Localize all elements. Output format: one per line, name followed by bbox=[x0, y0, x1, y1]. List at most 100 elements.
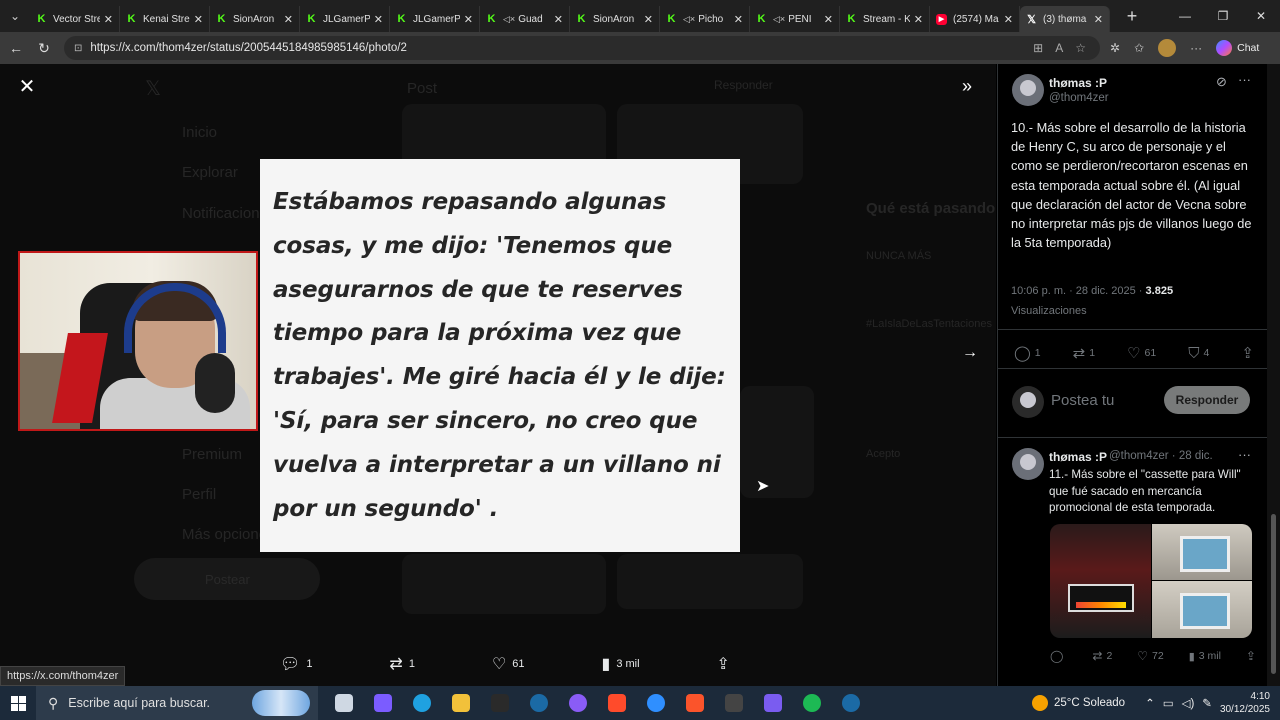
browser-tab[interactable]: K Vector Stre ✕ bbox=[30, 6, 120, 32]
browser-tab[interactable]: K Kenai Strea ✕ bbox=[120, 6, 210, 32]
my-avatar[interactable] bbox=[1012, 386, 1044, 418]
taskbar-app-file-explorer[interactable] bbox=[441, 686, 480, 720]
browser-tab[interactable]: K ◁× Picho ✕ bbox=[660, 6, 750, 32]
taskbar-app-brave[interactable] bbox=[675, 686, 714, 720]
url-field[interactable]: ⊡ https://x.com/thom4zer/status/20054451… bbox=[64, 36, 1100, 60]
clock[interactable]: 4:10 30/12/2025 bbox=[1220, 690, 1280, 716]
repost-action[interactable]: ⇄ 1 bbox=[389, 654, 415, 674]
expand-panel-icon[interactable]: » bbox=[962, 76, 972, 97]
like-action[interactable]: ♡ 61 bbox=[492, 654, 525, 674]
close-tab-icon[interactable]: ✕ bbox=[914, 13, 923, 26]
taskbar-app-copilot[interactable] bbox=[363, 686, 402, 720]
refresh-button[interactable]: ↻ bbox=[30, 40, 58, 57]
more-menu-icon[interactable]: ··· bbox=[1190, 41, 1202, 55]
favorite-star-icon[interactable]: ☆ bbox=[1075, 41, 1086, 55]
views-action[interactable]: ▮ 3 mil bbox=[602, 654, 640, 674]
tray-chevron-icon[interactable]: ⌃ bbox=[1145, 696, 1155, 710]
next-photo-button[interactable]: → bbox=[962, 344, 978, 362]
taskbar-search[interactable]: ⚲ Escribe aquí para buscar. bbox=[36, 686, 318, 720]
repost-action[interactable]: ⇄ 2 bbox=[1092, 649, 1112, 663]
reply-action[interactable]: ◯ bbox=[1050, 649, 1067, 663]
minimize-button[interactable]: — bbox=[1166, 0, 1204, 32]
profile-avatar[interactable] bbox=[1158, 39, 1177, 57]
browser-tab[interactable]: K ◁× PENI ✕ bbox=[750, 6, 840, 32]
close-tab-icon[interactable]: ✕ bbox=[554, 13, 563, 26]
like-action[interactable]: ♡ 72 bbox=[1137, 649, 1163, 663]
pen-icon[interactable]: ✎ bbox=[1202, 696, 1212, 710]
taskbar-app-epic-games[interactable] bbox=[480, 686, 519, 720]
browser-tab[interactable]: K SionAron ✕ bbox=[570, 6, 660, 32]
reply-input[interactable]: Postea tu bbox=[1051, 392, 1114, 409]
copilot-chat-button[interactable]: Chat bbox=[1216, 40, 1259, 56]
close-viewer-button[interactable]: ✕ bbox=[16, 76, 38, 98]
close-tab-icon[interactable]: ✕ bbox=[284, 13, 293, 26]
close-tab-icon[interactable]: ✕ bbox=[1004, 13, 1013, 26]
network-icon[interactable]: ▭ bbox=[1163, 696, 1174, 710]
taskbar-app-launcher[interactable] bbox=[753, 686, 792, 720]
taskbar-app-battlenet[interactable] bbox=[636, 686, 675, 720]
share-action[interactable]: ⇪ bbox=[1241, 344, 1254, 362]
author-name[interactable]: thømas :P bbox=[1049, 76, 1107, 90]
reply-action[interactable]: 💬︎ 1 bbox=[280, 654, 312, 674]
author-avatar[interactable] bbox=[1012, 448, 1044, 480]
browser-tab[interactable]: K Stream - K ✕ bbox=[840, 6, 930, 32]
bookmark-action[interactable]: ⛉ 4 bbox=[1188, 345, 1209, 362]
maximize-button[interactable]: ❐ bbox=[1204, 0, 1242, 32]
post-image[interactable] bbox=[1050, 524, 1151, 638]
extensions-icon[interactable]: ✲ bbox=[1110, 41, 1120, 55]
browser-tab[interactable]: 𝕏 (3) thøma ✕ bbox=[1020, 6, 1110, 32]
post-image[interactable] bbox=[1152, 581, 1252, 638]
taskbar-app-discord-like[interactable] bbox=[558, 686, 597, 720]
volume-icon[interactable]: ◁) bbox=[1182, 696, 1195, 710]
back-button[interactable]: ← bbox=[2, 40, 30, 56]
close-tab-icon[interactable]: ✕ bbox=[194, 13, 203, 26]
taskbar-app-ea[interactable] bbox=[597, 686, 636, 720]
close-tab-icon[interactable]: ✕ bbox=[374, 13, 383, 26]
taskbar-app-task-view[interactable] bbox=[324, 686, 363, 720]
browser-tab[interactable]: K JLGamerP ✕ bbox=[300, 6, 390, 32]
new-tab-button[interactable]: + bbox=[1118, 6, 1146, 27]
read-aloud-icon[interactable]: A bbox=[1055, 41, 1063, 55]
site-info-icon[interactable]: ⊡ bbox=[74, 43, 82, 54]
favorites-icon[interactable]: ✩ bbox=[1134, 41, 1144, 55]
close-tab-icon[interactable]: ✕ bbox=[824, 13, 833, 26]
author-handle[interactable]: @thom4zer bbox=[1049, 92, 1109, 104]
repost-action[interactable]: ⇄ 1 bbox=[1073, 344, 1095, 362]
browser-tab[interactable]: K ◁× Guad ✕ bbox=[480, 6, 570, 32]
views-action[interactable]: ▮ 3 mil bbox=[1189, 650, 1221, 663]
close-tab-icon[interactable]: ✕ bbox=[644, 13, 653, 26]
author-avatar[interactable] bbox=[1012, 74, 1044, 106]
post-image-grid[interactable] bbox=[1050, 524, 1252, 638]
close-tab-icon[interactable]: ✕ bbox=[464, 13, 473, 26]
muted-speaker-icon[interactable]: ◁× bbox=[773, 14, 785, 25]
reply-submit-button[interactable]: Responder bbox=[1164, 386, 1250, 414]
share-action[interactable]: ⇪ bbox=[717, 654, 730, 674]
close-window-button[interactable]: ✕ bbox=[1242, 0, 1280, 32]
reply-action[interactable]: ◯ 1 bbox=[1014, 344, 1041, 362]
taskbar-app-spotify[interactable] bbox=[792, 686, 831, 720]
grok-icon[interactable]: ⊘ bbox=[1216, 74, 1227, 90]
windows-start-icon[interactable] bbox=[0, 686, 36, 720]
close-tab-icon[interactable]: ✕ bbox=[104, 13, 113, 26]
weather-widget[interactable]: 25°C Soleado bbox=[1031, 695, 1125, 711]
close-tab-icon[interactable]: ✕ bbox=[1094, 13, 1103, 26]
taskbar-app-steam[interactable] bbox=[519, 686, 558, 720]
post-image[interactable] bbox=[1152, 524, 1252, 580]
browser-tab[interactable]: K JLGamerP ✕ bbox=[390, 6, 480, 32]
app-available-icon[interactable]: ⊞ bbox=[1033, 41, 1043, 55]
panel-scrollbar[interactable] bbox=[1267, 64, 1280, 686]
like-action[interactable]: ♡ 61 bbox=[1127, 344, 1156, 362]
browser-tab[interactable]: K SionAron ✕ bbox=[210, 6, 300, 32]
author-handle-date[interactable]: @thom4zer · 28 dic. bbox=[1109, 450, 1213, 462]
close-tab-icon[interactable]: ✕ bbox=[734, 13, 743, 26]
muted-speaker-icon[interactable]: ◁× bbox=[683, 14, 695, 25]
taskbar-app-obs[interactable] bbox=[714, 686, 753, 720]
tab-actions-menu[interactable]: ⌄ bbox=[0, 0, 30, 32]
share-action[interactable]: ⇪ bbox=[1246, 649, 1256, 663]
more-options-icon[interactable]: ··· bbox=[1238, 447, 1251, 462]
scrollbar-thumb[interactable] bbox=[1271, 514, 1276, 674]
taskbar-app-steam-2[interactable] bbox=[831, 686, 870, 720]
taskbar-app-edge[interactable] bbox=[402, 686, 441, 720]
author-name[interactable]: thømas :P bbox=[1049, 450, 1107, 464]
muted-speaker-icon[interactable]: ◁× bbox=[503, 14, 515, 25]
